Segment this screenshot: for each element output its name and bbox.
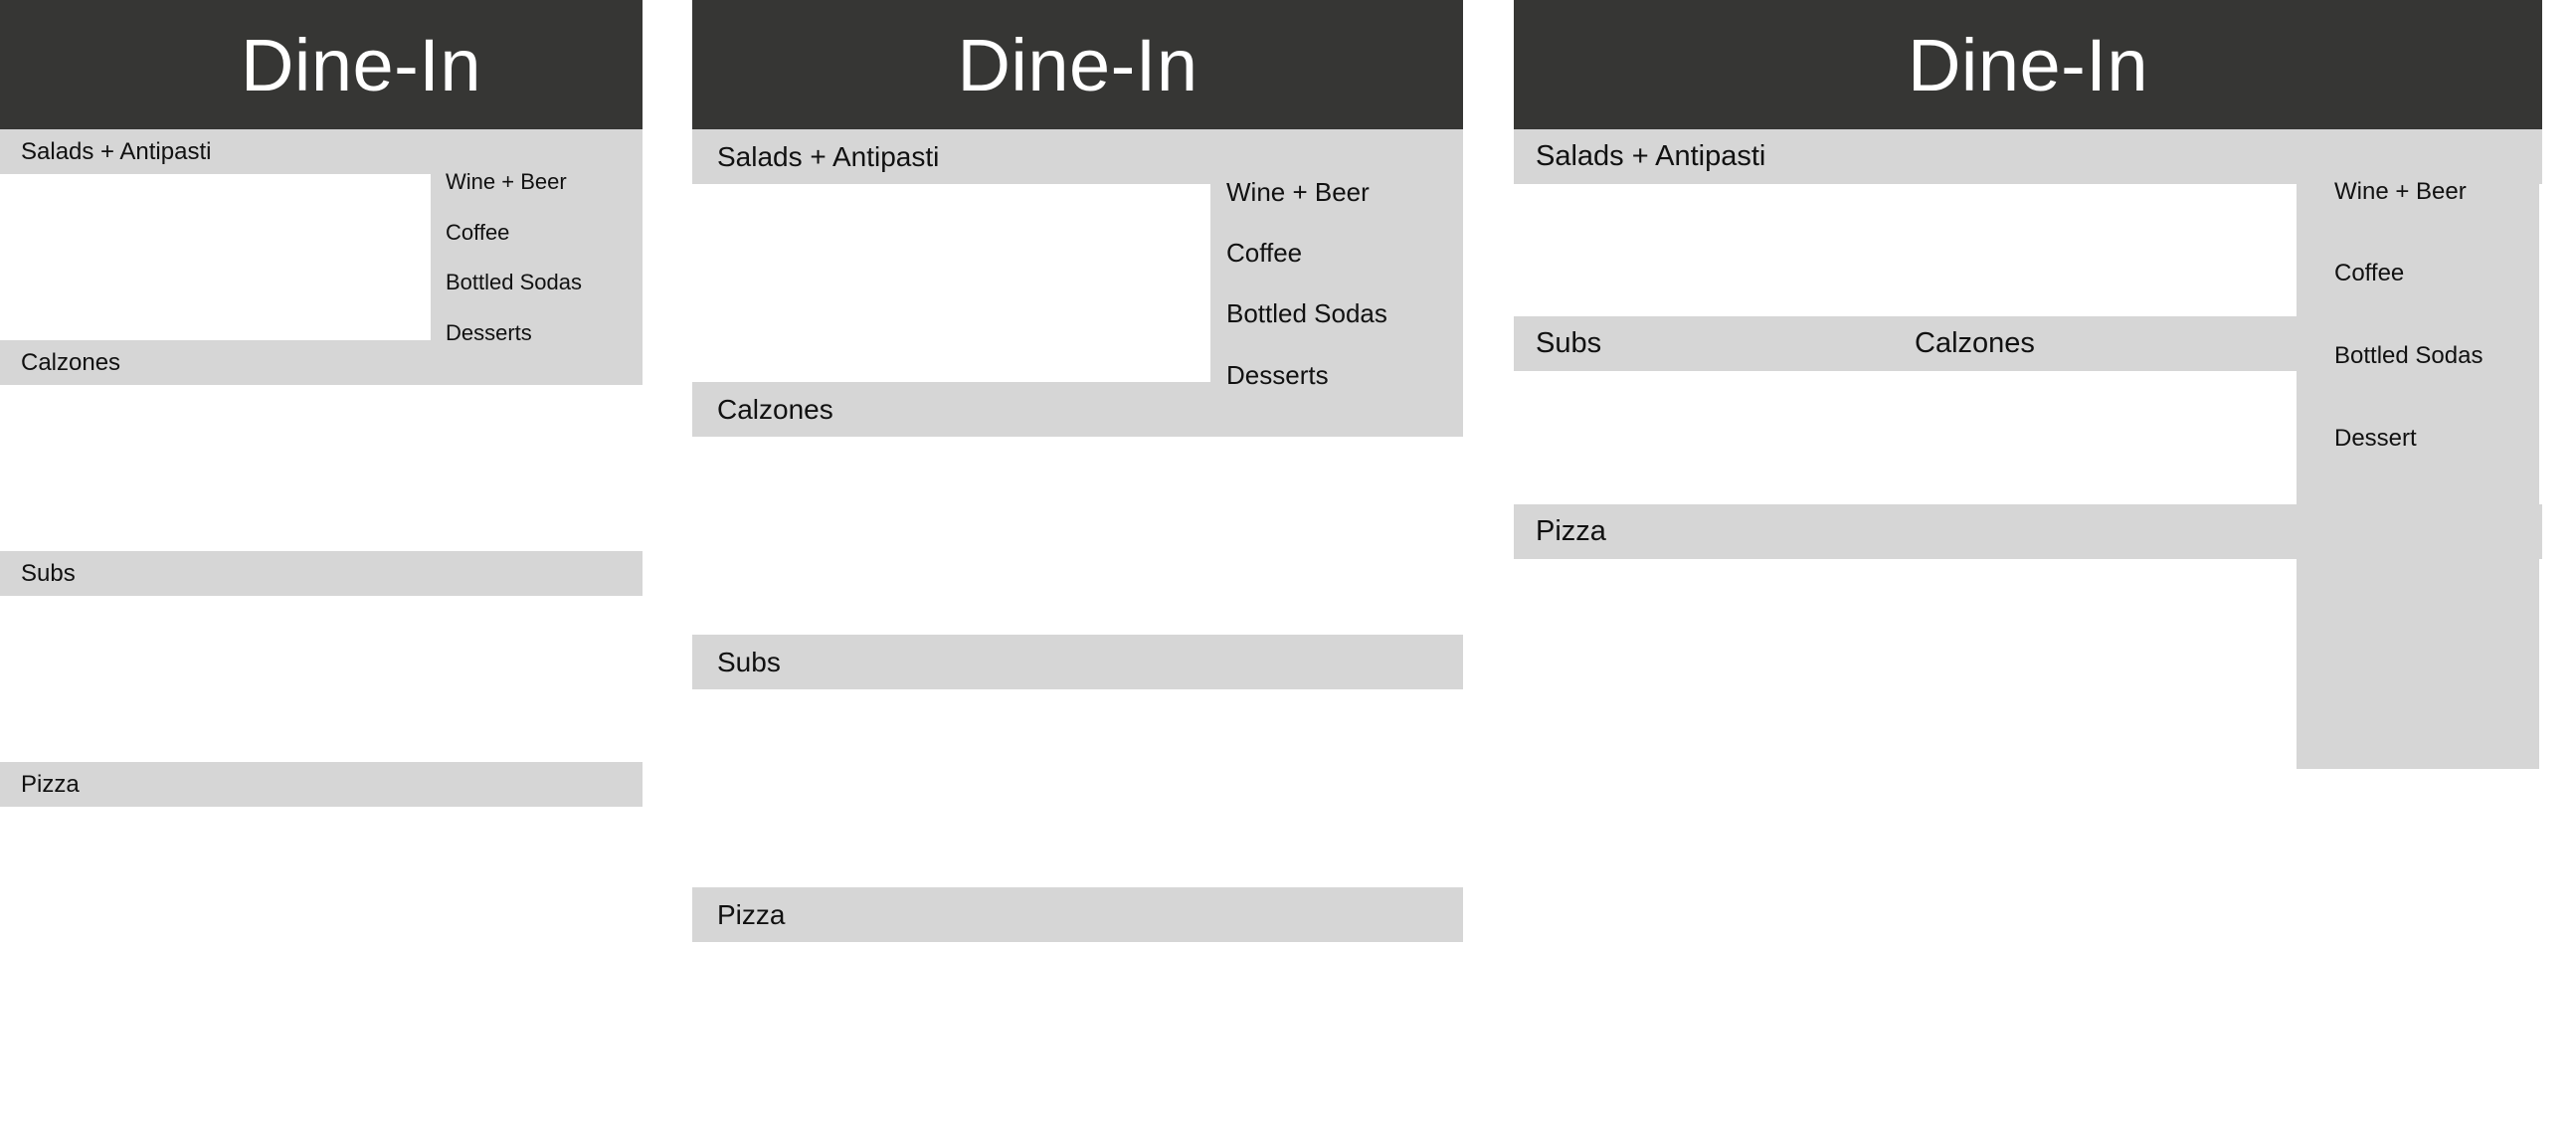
sidebar-item-coffee: Coffee: [446, 220, 510, 245]
drinks-sidebar: Wine + Beer Coffee Bottled Sodas Dessert…: [431, 129, 643, 345]
sidebar-item-bottled-sodas: Bottled Sodas: [2334, 342, 2484, 369]
menu-header: Dine-In: [692, 0, 1463, 129]
menu-header: Dine-In: [1514, 0, 2542, 129]
sidebar-item-wine-beer: Wine + Beer: [446, 169, 567, 194]
section-pizza: Pizza: [0, 762, 643, 807]
section-pizza: Pizza: [692, 887, 1463, 942]
drinks-sidebar: Wine + Beer Coffee Bottled Sodas Dessert…: [1210, 129, 1463, 390]
section-subs: Subs: [692, 635, 1463, 689]
sidebar-item-bottled-sodas: Bottled Sodas: [1226, 298, 1387, 328]
sidebar-item-dessert: Dessert: [2334, 425, 2417, 452]
sidebar-item-coffee: Coffee: [1226, 238, 1303, 268]
sidebar-item-desserts: Desserts: [446, 320, 532, 345]
section-subs: Subs: [0, 551, 643, 596]
section-subs: Subs: [1514, 316, 1913, 371]
section-calzones: Calzones: [0, 340, 643, 385]
sidebar-item-wine-beer: Wine + Beer: [1226, 177, 1370, 207]
sidebar-item-desserts: Desserts: [1226, 360, 1329, 390]
section-calzones: Calzones: [692, 382, 1463, 437]
menu-header: Dine-In: [0, 0, 643, 129]
sidebar-item-wine-beer: Wine + Beer: [2334, 178, 2467, 205]
menu-layouts: Dine-In Salads + Antipasti Calzones Subs…: [0, 0, 2576, 1138]
section-calzones: Calzones: [1892, 316, 2300, 371]
sidebar-item-bottled-sodas: Bottled Sodas: [446, 270, 582, 294]
drinks-sidebar: Wine + Beer Coffee Bottled Sodas Dessert: [2297, 129, 2539, 769]
sidebar-item-coffee: Coffee: [2334, 260, 2405, 286]
